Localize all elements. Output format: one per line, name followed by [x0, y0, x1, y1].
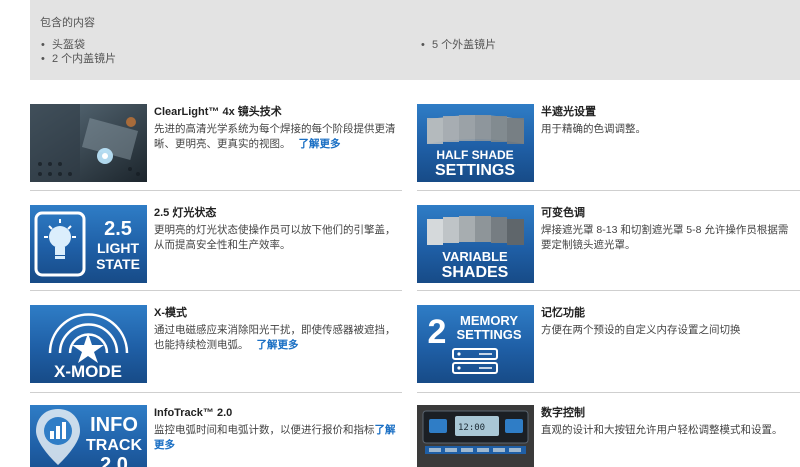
feature-title: 2.5 灯光状态: [154, 207, 217, 219]
badge-line: STATE: [96, 256, 140, 272]
badge-line: SETTINGS: [456, 327, 521, 342]
feature-description: 方便在两个预设的自定义内存设置之间切换: [541, 324, 741, 336]
feature-description: 通过电磁感应来消除阳光干扰，即使传感器被遮挡，也能持续检测电弧。 了解更多: [154, 324, 396, 351]
feature-title: 数字控制: [541, 407, 585, 419]
feature-description: 焊接遮光罩 8-13 和切割遮光罩 5-8 允许操作员根据需要定制镜头遮光罩。: [541, 224, 789, 251]
clearlight-lens-photo: [30, 104, 147, 182]
badge-line: SHADES: [442, 264, 509, 281]
digital-control-panel-photo: 12:00: [417, 405, 534, 467]
included-contents-panel: 包含的内容 头盔袋 2 个内盖镜片 5 个外盖镜片: [30, 0, 800, 80]
divider: [30, 290, 402, 291]
list-item: 头盔袋: [40, 38, 420, 52]
badge-line: VARIABLE: [442, 249, 508, 264]
feature-x-mode: X-MODE X-模式 通过电磁感应来消除阳光干扰，即使传感器被遮挡，也能持续检…: [30, 305, 402, 383]
badge-line: LIGHT: [97, 240, 139, 256]
included-contents-list-left: 头盔袋 2 个内盖镜片: [40, 38, 420, 66]
light-state-badge: 2.5 LIGHT STATE: [30, 205, 147, 283]
feature-title: X-模式: [154, 307, 187, 319]
badge-line: HALF SHADE: [436, 148, 513, 162]
divider: [417, 392, 800, 393]
list-item: 2 个内盖镜片: [40, 52, 420, 66]
feature-half-shade: HALF SHADE SETTINGS 半遮光设置 用于精确的色调调整。: [417, 104, 789, 182]
badge-line: INFO: [90, 414, 138, 436]
svg-text:12:00: 12:00: [458, 423, 485, 433]
half-shade-settings-badge: HALF SHADE SETTINGS: [417, 104, 534, 182]
divider: [30, 190, 402, 191]
learn-more-link[interactable]: 了解更多: [299, 138, 341, 150]
feature-memory: 2 MEMORY SETTINGS 记忆功能 方便在两个预设的自定义内存设置之间…: [417, 305, 789, 383]
feature-title: InfoTrack™ 2.0: [154, 407, 233, 419]
feature-title: ClearLight™ 4x 镜头技术: [154, 106, 282, 118]
learn-more-link[interactable]: 了解更多: [257, 339, 299, 351]
feature-infotrack: INFO TRACK 2.0 InfoTrack™ 2.0 监控电弧时间和电弧计…: [30, 405, 402, 467]
badge-line: 2.5: [104, 218, 132, 240]
badge-line: 2.0: [100, 454, 128, 467]
feature-description: 更明亮的灯光状态使操作员可以放下他们的引擎盖，从而提高安全性和生产效率。: [154, 224, 396, 251]
feature-description: 直观的设计和大按钮允许用户轻松调整模式和设置。: [541, 424, 783, 436]
badge-line: MEMORY: [460, 313, 518, 328]
badge-line: SETTINGS: [435, 162, 515, 179]
feature-title: 记忆功能: [541, 307, 585, 319]
divider: [417, 190, 800, 191]
feature-description: 先进的高清光学系统为每个焊接的每个阶段提供更清晰、更明亮、更真实的视图。 了解更多: [154, 123, 396, 150]
feature-light-state: 2.5 LIGHT STATE 2.5 灯光状态 更明亮的灯光状态使操作员可以放…: [30, 205, 402, 283]
list-item: 5 个外盖镜片: [420, 38, 800, 52]
feature-clearlight: ClearLight™ 4x 镜头技术 先进的高清光学系统为每个焊接的每个阶段提…: [30, 104, 402, 182]
feature-title: 可变色调: [541, 207, 585, 219]
feature-variable-shades: VARIABLE SHADES 可变色调 焊接遮光罩 8-13 和切割遮光罩 5…: [417, 205, 789, 283]
variable-shades-badge: VARIABLE SHADES: [417, 205, 534, 283]
feature-title: 半遮光设置: [541, 106, 596, 118]
included-contents-title: 包含的内容: [40, 17, 95, 29]
infotrack-badge: INFO TRACK 2.0: [30, 405, 147, 467]
memory-settings-badge: 2 MEMORY SETTINGS: [417, 305, 534, 383]
badge-line: 2: [428, 313, 447, 351]
x-mode-badge: X-MODE: [30, 305, 147, 383]
divider: [417, 290, 800, 291]
feature-digital-control: 12:00 数字控制 直观的设计和大按钮允许用户轻松调整模式和设置。: [417, 405, 789, 467]
divider: [30, 392, 402, 393]
feature-description: 监控电弧时间和电弧计数，以便进行报价和指标了解更多: [154, 424, 396, 451]
feature-description: 用于精确的色调调整。: [541, 123, 646, 135]
included-contents-list-right: 5 个外盖镜片: [420, 38, 800, 52]
badge-line: X-MODE: [54, 362, 122, 381]
badge-line: TRACK: [86, 437, 142, 454]
